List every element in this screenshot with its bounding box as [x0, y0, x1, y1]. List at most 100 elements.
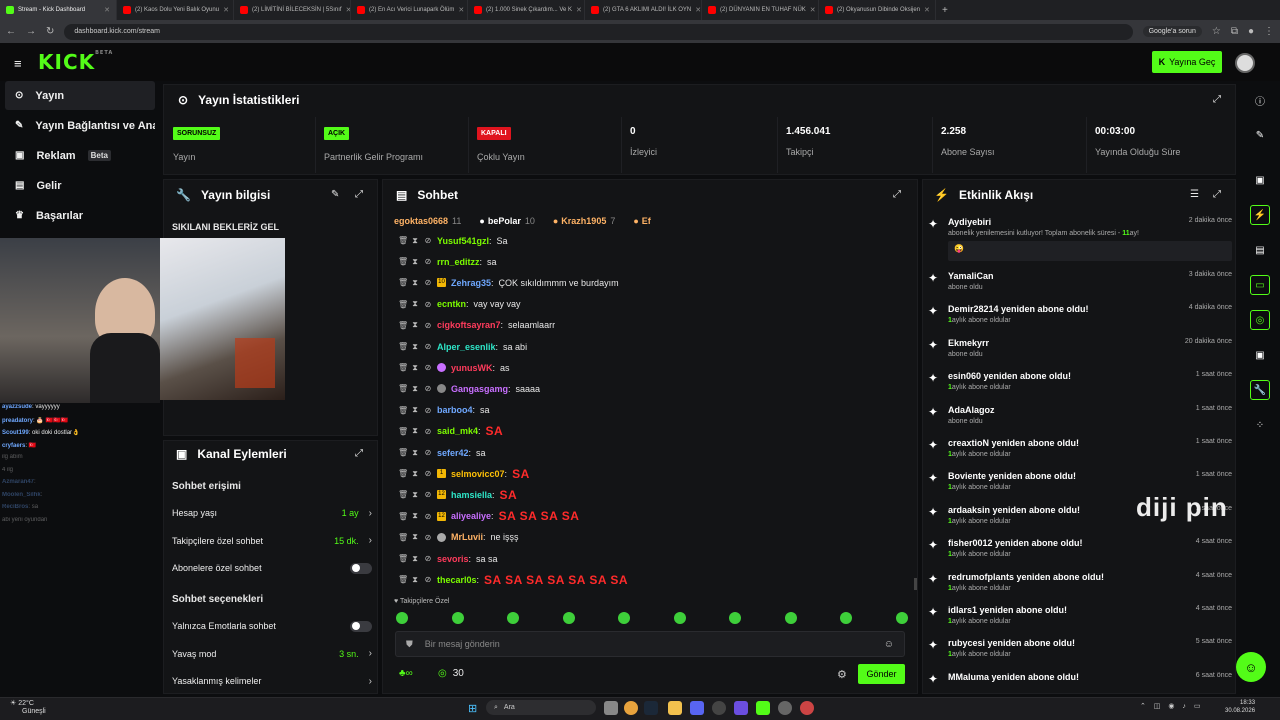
avatar[interactable]: [1235, 53, 1255, 73]
chat-username[interactable]: hamsiella: [451, 490, 492, 500]
timeout-icon[interactable]: ⧗: [411, 554, 419, 564]
chat-username[interactable]: thecarl0s: [437, 575, 477, 585]
info-icon[interactable]: ⓘ: [1250, 90, 1270, 110]
kick-logo[interactable]: KICKBETA: [38, 50, 113, 74]
timeout-icon[interactable]: ⧗: [411, 342, 419, 352]
chat-username[interactable]: Yusuf541gzl: [437, 236, 489, 246]
gear-icon[interactable]: ⚙: [837, 668, 847, 681]
timeout-icon[interactable]: ⧗: [411, 384, 419, 394]
emote-icon[interactable]: [840, 612, 853, 624]
timeout-icon[interactable]: ⧗: [411, 448, 419, 458]
emote-icon[interactable]: [673, 612, 686, 624]
ban-icon[interactable]: ⊘: [424, 427, 432, 436]
forward-icon[interactable]: →: [26, 26, 36, 37]
chat-username[interactable]: sefer42: [437, 448, 469, 458]
delete-icon[interactable]: 🗑: [398, 342, 408, 351]
hamburger-icon[interactable]: ≡: [14, 56, 22, 71]
delete-icon[interactable]: 🗑: [398, 575, 408, 584]
delete-icon[interactable]: 🗑: [398, 512, 408, 521]
ban-icon[interactable]: ⊘: [424, 321, 432, 330]
chat-username[interactable]: Alper_esenlik: [437, 342, 496, 352]
setting-row[interactable]: Hesap yaşı 1 ay ›: [172, 500, 372, 526]
chat-username[interactable]: selmovicc07: [451, 469, 505, 479]
chat-username[interactable]: aliyealiye: [451, 511, 491, 521]
toggle-setting-row[interactable]: Abonelere özel sohbet: [172, 555, 372, 581]
chat-username[interactable]: MrLuvii: [451, 532, 483, 542]
address-bar[interactable]: dashboard.kick.com/stream: [64, 23, 1133, 40]
support-chat-icon[interactable]: ☺: [1236, 652, 1266, 682]
browser-tab[interactable]: Stream - Kick Dashboard ✕: [0, 0, 117, 20]
settings-icon[interactable]: [778, 701, 792, 715]
star-icon[interactable]: ☆: [1212, 26, 1221, 37]
menu-icon[interactable]: ⋮: [1264, 26, 1274, 37]
chat-username[interactable]: yunusWK: [451, 363, 493, 373]
delete-icon[interactable]: 🗑: [398, 363, 408, 372]
emote-icon[interactable]: [895, 612, 908, 624]
ban-icon[interactable]: ⊘: [424, 575, 432, 584]
ban-icon[interactable]: ⊘: [424, 278, 432, 287]
clock[interactable]: 18:33 30.08.2026: [1225, 699, 1255, 715]
emote-icon[interactable]: [729, 612, 742, 624]
chat-username[interactable]: cigkoftsayran7: [437, 320, 501, 330]
ban-icon[interactable]: ⊘: [424, 406, 432, 415]
chat-username[interactable]: barboo4: [437, 405, 473, 415]
ban-icon[interactable]: ⊘: [424, 236, 432, 245]
delete-icon[interactable]: 🗑: [398, 490, 408, 499]
browser-tab[interactable]: (2) DÜNYANIN EN TUHAF NÜK ✕: [702, 0, 819, 20]
emote-icon[interactable]: [562, 612, 575, 624]
taskbar-search[interactable]: ⌕ Ara: [486, 700, 596, 715]
close-icon[interactable]: ✕: [695, 6, 701, 14]
ban-icon[interactable]: ⊘: [424, 363, 432, 372]
back-icon[interactable]: ←: [6, 26, 16, 37]
layout-icon[interactable]: ▣: [1250, 170, 1270, 190]
wrench-icon[interactable]: 🔧: [1250, 380, 1270, 400]
timeout-icon[interactable]: ⧗: [411, 405, 419, 415]
filter-icon[interactable]: ☰: [1190, 189, 1199, 200]
timeout-icon[interactable]: ⧗: [411, 511, 419, 521]
ban-icon[interactable]: ⊘: [424, 512, 432, 521]
chat-username[interactable]: sevoris: [437, 554, 469, 564]
expand-icon[interactable]: ⤢: [1213, 189, 1221, 200]
folder-icon[interactable]: [668, 701, 682, 715]
timeout-icon[interactable]: ⧗: [411, 278, 419, 288]
browser-tab[interactable]: (2) GTA 6 AKLIMI ALDI! İLK OYN ✕: [585, 0, 702, 20]
ban-icon[interactable]: ⊘: [424, 469, 432, 478]
timeout-icon[interactable]: ⧗: [411, 469, 419, 479]
chat-username[interactable]: rrn_editzz: [437, 257, 480, 267]
apps-icon[interactable]: ⁘: [1250, 415, 1270, 435]
delete-icon[interactable]: 🗑: [398, 448, 408, 457]
chat-scrollbar[interactable]: [914, 578, 917, 590]
toggle-switch[interactable]: [350, 620, 372, 632]
emote-icon[interactable]: [451, 612, 464, 624]
edit-icon[interactable]: ✎: [1250, 125, 1270, 145]
delete-icon[interactable]: 🗑: [398, 257, 408, 266]
ban-icon[interactable]: ⊘: [424, 300, 432, 309]
chrome-icon[interactable]: [624, 701, 638, 715]
ban-icon[interactable]: ⊘: [424, 554, 432, 563]
timeout-icon[interactable]: ⧗: [411, 363, 419, 373]
ban-icon[interactable]: ⊘: [424, 448, 432, 457]
emote-icon[interactable]: [396, 612, 408, 624]
system-tray[interactable]: ⌃ ◫ ◉ ♪ ▭: [1140, 702, 1203, 710]
ban-icon[interactable]: ⊘: [424, 384, 432, 393]
list-icon[interactable]: ▤: [1250, 240, 1270, 260]
emote-icon[interactable]: [618, 612, 631, 624]
lightning-icon[interactable]: ⚡: [1250, 205, 1270, 225]
delete-icon[interactable]: 🗑: [398, 384, 408, 393]
google-issue-button[interactable]: Google'a sorun: [1142, 26, 1202, 37]
ban-icon[interactable]: ⊘: [424, 342, 432, 351]
chat-input[interactable]: ⛊ Bir mesaj gönderin ☺: [395, 631, 905, 657]
obs-icon[interactable]: [712, 701, 726, 715]
chat-username[interactable]: Gangasgamg: [451, 384, 508, 394]
points-display[interactable]: ◎ 30: [438, 668, 464, 679]
close-icon[interactable]: ✕: [223, 6, 229, 14]
app-icon[interactable]: [734, 701, 748, 715]
ban-icon[interactable]: ⊘: [424, 533, 432, 542]
sidebar-item-2[interactable]: ▣ Reklam Beta: [5, 141, 155, 170]
timeout-icon[interactable]: ⧗: [411, 575, 419, 585]
emote-icon[interactable]: [784, 612, 797, 624]
kick-app-icon[interactable]: [756, 701, 770, 715]
close-icon[interactable]: ✕: [458, 6, 464, 14]
ban-icon[interactable]: ⊘: [424, 257, 432, 266]
close-icon[interactable]: ✕: [576, 6, 582, 14]
